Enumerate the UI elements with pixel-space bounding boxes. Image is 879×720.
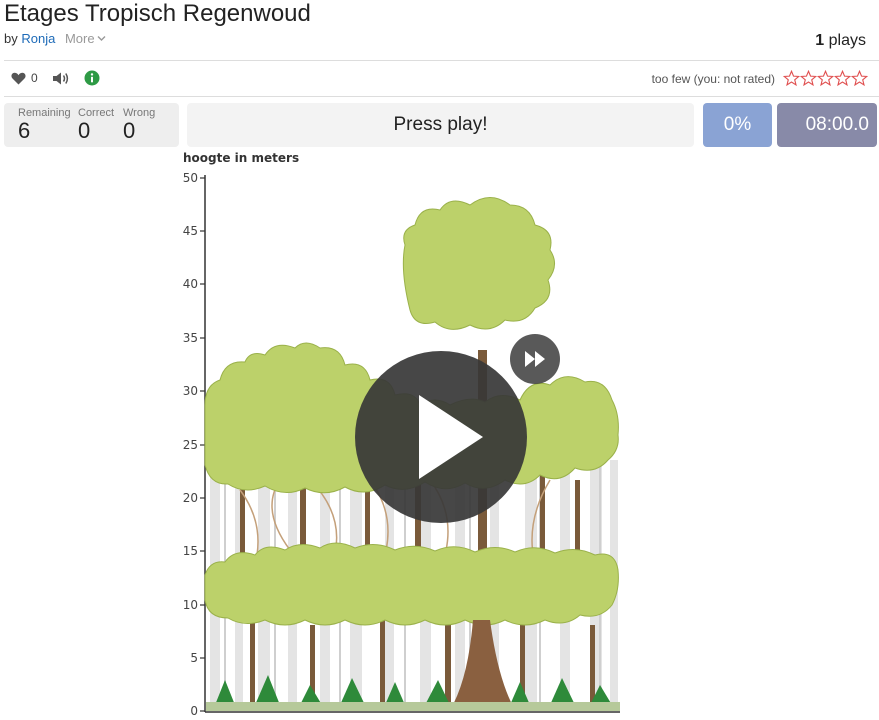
y-tick: 25 <box>182 438 198 452</box>
y-tick: 45 <box>182 224 198 238</box>
info-button[interactable] <box>84 70 100 86</box>
rating-text: too few (you: not rated) <box>651 71 775 86</box>
toolbar: 0 <box>11 69 114 87</box>
fast-forward-icon <box>525 351 545 367</box>
percent-score: 0% <box>703 103 772 147</box>
y-tick: 0 <box>190 704 198 718</box>
y-tick: 10 <box>182 598 198 612</box>
author-link[interactable]: Ronja <box>21 31 55 46</box>
y-tick: 30 <box>182 384 198 398</box>
press-play-button[interactable]: Press play! <box>187 103 694 147</box>
heart-icon <box>11 72 26 84</box>
y-tick: 50 <box>182 171 198 185</box>
divider <box>4 96 879 97</box>
more-menu[interactable]: More <box>65 31 106 46</box>
wrong-stat: Wrong 0 <box>123 107 155 142</box>
play-icon <box>419 395 483 479</box>
star-icon[interactable] <box>783 70 800 87</box>
more-label: More <box>64 31 95 46</box>
chevron-down-icon <box>97 36 106 41</box>
star-icon[interactable] <box>800 70 817 87</box>
byline: by Ronja More <box>4 31 106 46</box>
remaining-stat: Remaining 6 <box>18 107 71 142</box>
play-button[interactable] <box>355 351 527 523</box>
plays-label: plays <box>828 32 866 49</box>
y-tick: 5 <box>190 651 198 665</box>
rating: too few (you: not rated) <box>652 70 868 87</box>
plays-number: 1 <box>815 32 825 49</box>
wrong-value: 0 <box>123 118 136 143</box>
axis-title: hoogte in meters <box>183 151 300 165</box>
stats-panel: Remaining 6 Correct 0 Wrong 0 <box>4 103 179 147</box>
sound-button[interactable] <box>52 71 70 86</box>
star-icon[interactable] <box>851 70 868 87</box>
y-tick: 35 <box>182 331 198 345</box>
speaker-icon <box>52 72 68 84</box>
skip-button[interactable] <box>510 334 560 384</box>
by-label: by <box>4 31 18 46</box>
y-tick: 15 <box>182 544 198 558</box>
page-title: Etages Tropisch Regenwoud <box>4 0 311 27</box>
timer: 08:00.0 <box>777 103 877 147</box>
y-tick: 40 <box>182 277 198 291</box>
like-count: 0 <box>31 71 38 85</box>
correct-value: 0 <box>78 118 91 143</box>
y-tick: 20 <box>182 491 198 505</box>
correct-stat: Correct 0 <box>78 107 114 142</box>
plays-count: 1 plays <box>815 32 866 50</box>
remaining-value: 6 <box>18 118 31 143</box>
divider <box>4 60 879 61</box>
like-button[interactable]: 0 <box>11 71 38 85</box>
star-icon[interactable] <box>834 70 851 87</box>
info-icon <box>84 70 100 86</box>
star-icon[interactable] <box>817 70 834 87</box>
